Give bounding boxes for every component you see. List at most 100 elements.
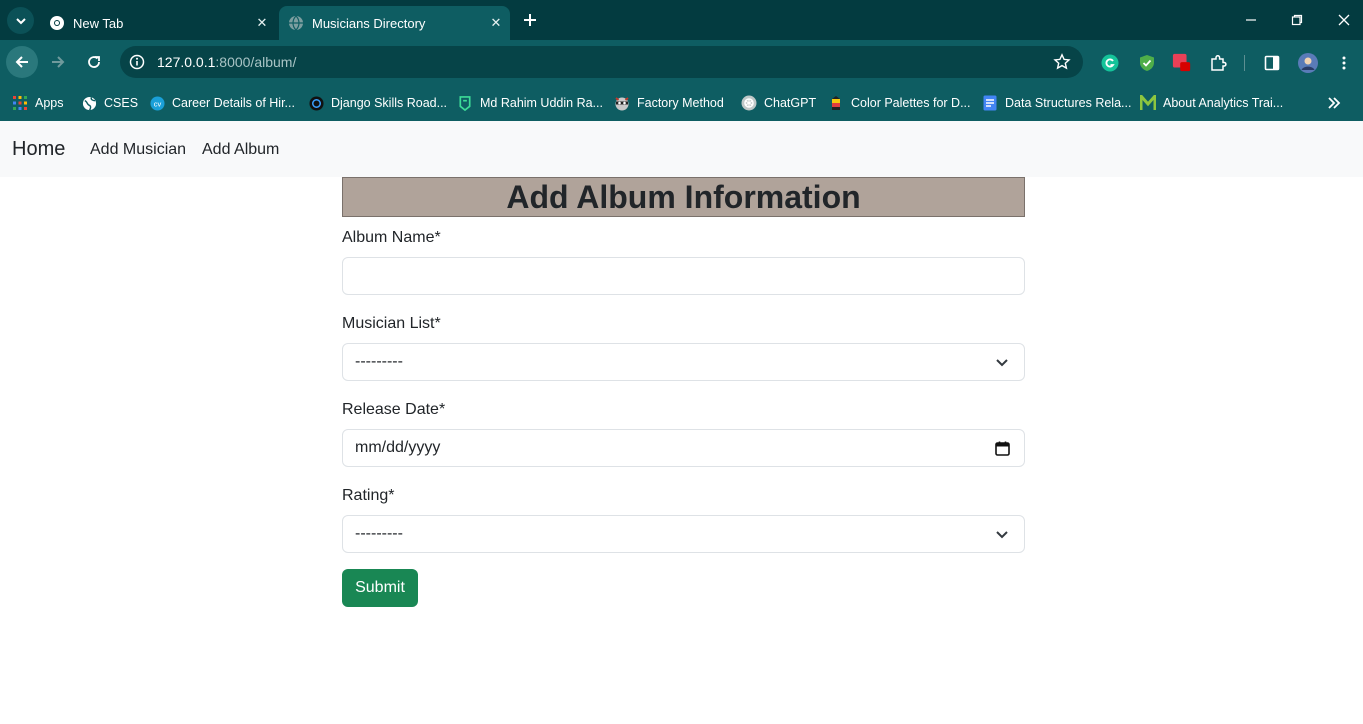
chatgpt-icon — [741, 95, 757, 111]
release-date-field[interactable]: mm/dd/yyyy — [342, 429, 1025, 467]
profile-button[interactable] — [1298, 53, 1318, 73]
site-navbar: Home Add Musician Add Album — [0, 121, 1363, 177]
back-button[interactable] — [6, 46, 38, 78]
bookmark-color-palettes[interactable]: Color Palettes for D... — [828, 93, 971, 113]
grammarly-extension[interactable] — [1100, 53, 1120, 73]
bookmark-star-icon[interactable] — [1053, 53, 1071, 71]
musician-selected-value: --------- — [355, 353, 403, 370]
release-date-label: Release Date* — [342, 401, 446, 418]
bookmark-career-details[interactable]: cv Career Details of Hir... — [149, 93, 295, 113]
shield-check-icon — [1140, 55, 1154, 71]
restore-icon — [1291, 14, 1303, 26]
arrow-left-icon — [15, 56, 28, 68]
close-icon[interactable]: ✕ — [248, 15, 276, 31]
forward-button[interactable] — [42, 46, 74, 78]
reload-icon — [88, 56, 100, 68]
grammarly-icon — [1101, 54, 1119, 72]
bookmark-md-rahim[interactable]: Md Rahim Uddin Ra... — [457, 93, 603, 113]
career-site-icon: cv — [149, 95, 165, 111]
bookmark-label: Color Palettes for D... — [851, 96, 971, 110]
bookmark-label: Career Details of Hir... — [172, 96, 295, 110]
form-heading-banner: Add Album Information — [342, 177, 1025, 217]
new-tab-button[interactable] — [519, 9, 541, 31]
extensions-button[interactable] — [1208, 53, 1228, 73]
extension-badge-icon — [1172, 53, 1191, 72]
roadmap-icon — [308, 95, 324, 111]
chevron-down-icon — [994, 526, 1010, 542]
tab-title: Musicians Directory — [312, 15, 426, 31]
url-path: :8000/album/ — [215, 54, 297, 70]
bookmark-label: CSES — [104, 96, 139, 110]
side-panel-icon — [1264, 55, 1280, 71]
m-logo-icon — [1140, 95, 1156, 111]
nav-add-album-link[interactable]: Add Album — [202, 141, 279, 159]
nav-home-link[interactable]: Home — [12, 138, 65, 161]
bookmark-chatgpt[interactable]: ChatGPT — [741, 93, 816, 113]
musician-list-label: Musician List* — [342, 315, 441, 332]
submit-button[interactable]: Submit — [342, 569, 418, 607]
bookmark-label: Md Rahim Uddin Ra... — [480, 96, 603, 110]
reload-button[interactable] — [78, 46, 110, 78]
url-text: 127.0.0.1:8000/album/ — [157, 54, 296, 70]
profile-site-icon — [457, 95, 473, 111]
globe-icon — [288, 15, 304, 31]
album-name-input[interactable] — [355, 267, 1012, 285]
bookmark-label: About Analytics Trai... — [1163, 96, 1284, 110]
rating-label: Rating* — [342, 487, 395, 504]
album-name-field[interactable] — [342, 257, 1025, 295]
minimize-button[interactable] — [1239, 8, 1263, 32]
address-bar[interactable]: 127.0.0.1:8000/album/ — [120, 46, 1083, 78]
close-icon — [1338, 14, 1350, 26]
restore-button[interactable] — [1285, 8, 1309, 32]
rating-select[interactable]: --------- — [342, 515, 1025, 553]
puzzle-icon — [1211, 54, 1227, 71]
raccoon-icon — [614, 95, 630, 111]
shield-extension[interactable] — [1137, 53, 1157, 73]
bookmark-label: Factory Method — [637, 96, 724, 110]
bookmarks-bar: Apps CSES cv Career Details of Hir... Dj… — [0, 85, 1363, 121]
minimize-icon — [1246, 19, 1256, 21]
nav-add-musician-link[interactable]: Add Musician — [90, 141, 186, 159]
bookmark-django-skills[interactable]: Django Skills Road... — [308, 93, 447, 113]
bookmark-label: Data Structures Rela... — [1005, 96, 1132, 110]
bookmark-analytics-training[interactable]: About Analytics Trai... — [1140, 93, 1283, 113]
url-host: 127.0.0.1 — [157, 54, 216, 70]
tab-title: New Tab — [73, 15, 124, 31]
rating-selected-value: --------- — [355, 525, 403, 542]
tab-musicians-directory[interactable]: Musicians Directory ✕ — [279, 6, 510, 40]
double-chevron-right-icon — [1328, 97, 1341, 109]
chrome-icon — [49, 15, 65, 31]
release-date-placeholder: mm/dd/yyyy — [355, 439, 441, 456]
close-icon[interactable]: ✕ — [482, 15, 510, 31]
tab-search-button[interactable] — [7, 7, 34, 34]
bookmark-factory-method[interactable]: Factory Method — [614, 93, 724, 113]
kebab-menu-icon — [1342, 56, 1346, 70]
bookmark-data-structures[interactable]: Data Structures Rela... — [982, 93, 1131, 113]
avatar — [1298, 53, 1318, 73]
bookmark-label: Django Skills Road... — [331, 96, 448, 110]
red-extension[interactable] — [1172, 53, 1192, 73]
chevron-down-icon — [15, 17, 26, 24]
side-panel-button[interactable] — [1262, 53, 1282, 73]
apps-grid-icon — [12, 95, 28, 111]
close-window-button[interactable] — [1332, 8, 1356, 32]
bookmark-label: Apps — [35, 96, 64, 110]
musician-select[interactable]: --------- — [342, 343, 1025, 381]
bookmark-cses[interactable]: CSES — [81, 93, 138, 113]
calendar-icon[interactable] — [994, 440, 1010, 456]
tab-new-tab[interactable]: New Tab ✕ — [40, 6, 276, 40]
bookmarks-overflow-button[interactable] — [1325, 94, 1343, 112]
palette-site-icon — [828, 95, 844, 111]
album-name-label: Album Name* — [342, 229, 441, 246]
browser-menu-button[interactable] — [1334, 53, 1354, 73]
plus-icon — [524, 14, 536, 26]
toolbar-separator — [1244, 55, 1245, 71]
docs-icon — [982, 95, 998, 111]
globe-icon — [81, 95, 97, 111]
page-title: Add Album Information — [506, 178, 861, 215]
svg-text:cv: cv — [153, 99, 161, 108]
bookmark-apps[interactable]: Apps — [12, 93, 64, 113]
site-info-icon[interactable] — [129, 54, 145, 70]
arrow-right-icon — [52, 56, 65, 68]
tab-strip: New Tab ✕ Musicians Directory ✕ — [0, 0, 1363, 40]
